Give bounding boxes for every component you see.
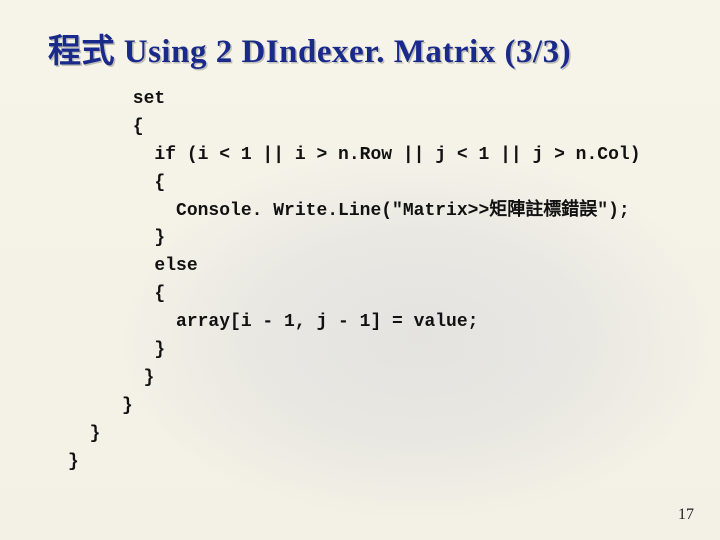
page-number: 17 — [678, 506, 694, 524]
code-block: set { if (i < 1 || i > n.Row || j < 1 ||… — [68, 86, 682, 476]
slide: 程式 Using 2 DIndexer. Matrix (3/3) set { … — [0, 0, 720, 540]
slide-title: 程式 Using 2 DIndexer. Matrix (3/3) — [48, 24, 682, 72]
